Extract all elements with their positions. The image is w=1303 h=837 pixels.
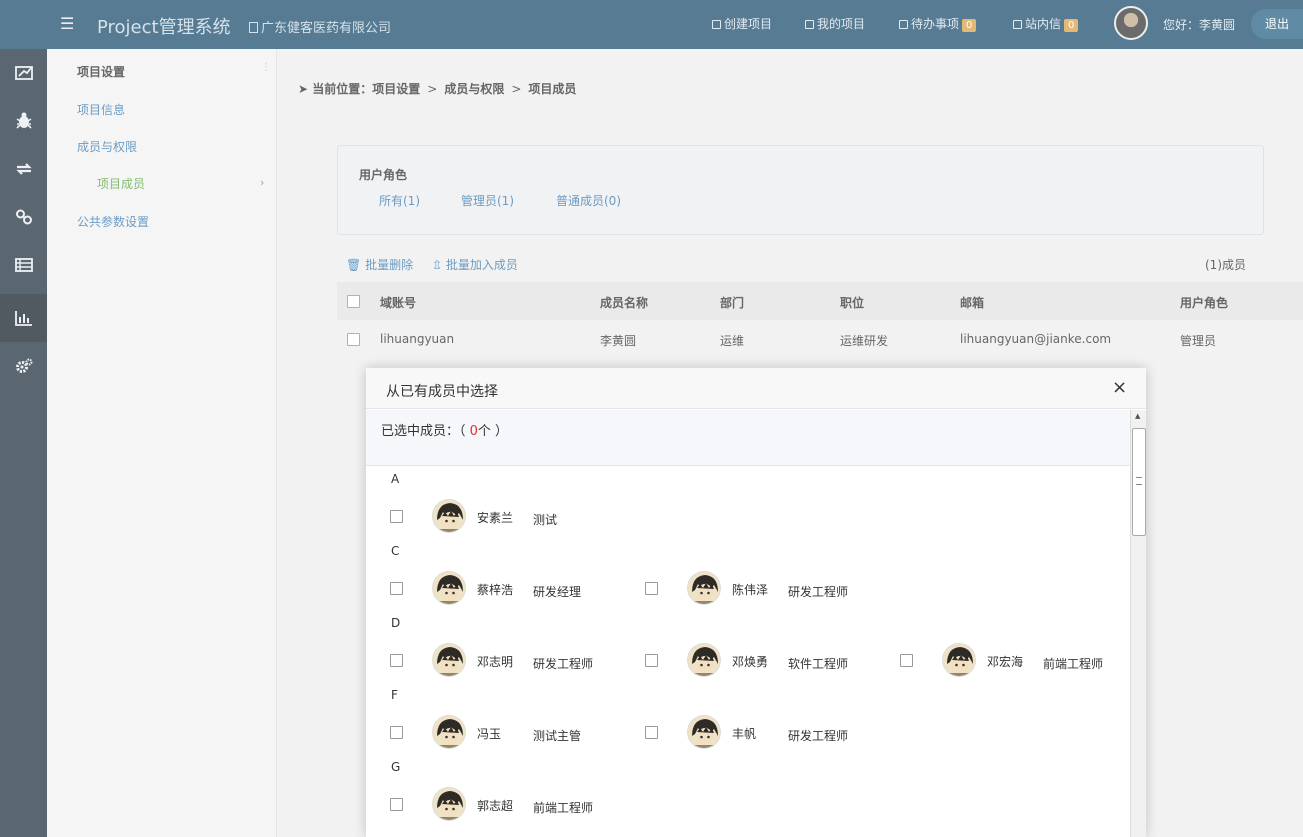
group-letter: G <box>391 760 401 774</box>
group-letter: A <box>391 472 400 486</box>
member-option[interactable]: 邓宏海 前端工程师 <box>900 643 1130 679</box>
member-avatar <box>432 715 466 749</box>
selected-members-bar: 已选中成员：（ 0个 ） <box>366 410 1130 466</box>
member-name: 邓宏海 <box>987 655 1024 669</box>
member-option[interactable]: 蔡梓浩 研发经理 <box>390 571 620 607</box>
grip-icon <box>1136 477 1142 485</box>
member-option[interactable]: 邓焕勇 软件工程师 <box>645 643 875 679</box>
member-option[interactable]: 丰帆 研发工程师 <box>645 715 875 751</box>
member-name: 陈伟泽 <box>732 583 769 597</box>
member-checkbox[interactable] <box>390 510 403 523</box>
select-members-dialog: 从已有成员中选择 × 已选中成员：（ 0个 ） ▲ A 安素兰 测试 C 蔡梓浩 研发经理… <box>366 368 1146 837</box>
member-job: 研发工程师 <box>788 585 849 599</box>
selected-count: 0 <box>469 424 478 439</box>
member-job: 研发工程师 <box>788 729 849 743</box>
member-checkbox[interactable] <box>390 654 403 667</box>
member-job: 前端工程师 <box>533 801 594 815</box>
member-job: 研发经理 <box>533 585 582 599</box>
group-letter: C <box>391 544 400 558</box>
member-avatar <box>687 715 721 749</box>
dialog-scrollbar[interactable]: ▲ <box>1130 410 1146 837</box>
member-checkbox[interactable] <box>645 654 658 667</box>
member-checkbox[interactable] <box>900 654 913 667</box>
member-option[interactable]: 冯玉 测试主管 <box>390 715 620 751</box>
selected-prefix: 已选中成员：（ <box>381 424 470 439</box>
group-letter: D <box>391 616 401 630</box>
scroll-up-icon[interactable]: ▲ <box>1135 412 1140 420</box>
member-job: 测试 <box>533 513 558 527</box>
scrollbar-thumb[interactable] <box>1132 428 1146 536</box>
member-avatar <box>432 571 466 605</box>
member-checkbox[interactable] <box>390 582 403 595</box>
member-checkbox[interactable] <box>390 798 403 811</box>
member-name: 邓志明 <box>477 655 514 669</box>
member-job: 测试主管 <box>533 729 582 743</box>
member-job: 前端工程师 <box>1043 657 1104 671</box>
member-option[interactable]: 郭志超 前端工程师 <box>390 787 620 823</box>
selected-members-label: 已选中成员：（ 0个 ） <box>381 420 508 439</box>
member-avatar <box>432 643 466 677</box>
member-option[interactable]: 陈伟泽 研发工程师 <box>645 571 875 607</box>
member-option[interactable]: 安素兰 测试 <box>390 499 620 535</box>
member-avatar <box>687 571 721 605</box>
member-avatar <box>432 787 466 821</box>
member-job: 研发工程师 <box>533 657 594 671</box>
member-job: 软件工程师 <box>788 657 849 671</box>
selected-suffix: 个 ） <box>477 424 509 439</box>
member-avatar <box>432 499 466 533</box>
member-name: 冯玉 <box>477 727 502 741</box>
member-avatar <box>942 643 976 677</box>
member-name: 安素兰 <box>477 511 514 525</box>
dialog-title: 从已有成员中选择 <box>386 384 498 400</box>
member-name: 郭志超 <box>477 799 514 813</box>
member-checkbox[interactable] <box>645 582 658 595</box>
member-name: 蔡梓浩 <box>477 583 514 597</box>
member-checkbox[interactable] <box>645 726 658 739</box>
close-icon[interactable]: × <box>1112 378 1127 398</box>
member-name: 丰帆 <box>732 727 757 741</box>
member-option[interactable]: 邓志明 研发工程师 <box>390 643 620 679</box>
member-name: 邓焕勇 <box>732 655 769 669</box>
member-avatar <box>687 643 721 677</box>
group-letter: F <box>391 688 398 702</box>
dialog-header: 从已有成员中选择 × <box>366 368 1146 409</box>
member-checkbox[interactable] <box>390 726 403 739</box>
